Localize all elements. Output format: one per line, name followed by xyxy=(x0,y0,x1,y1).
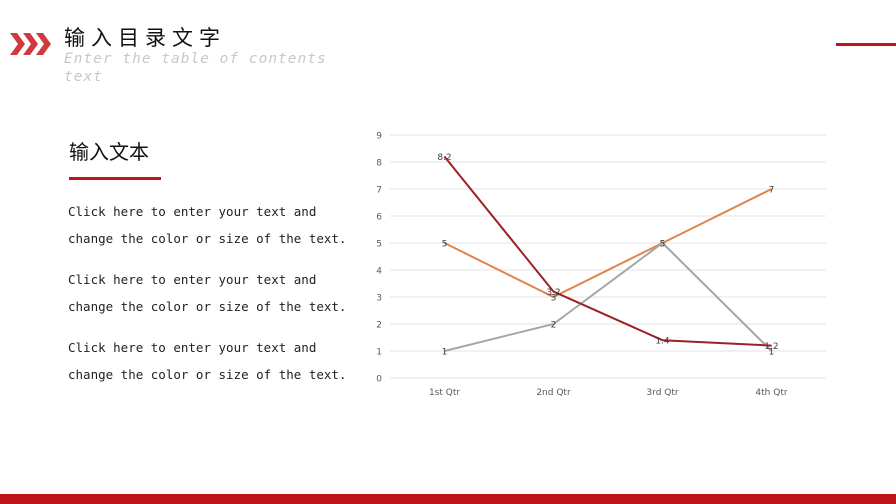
data-label: 1 xyxy=(442,348,448,358)
y-tick-label: 5 xyxy=(376,240,382,250)
y-tick-label: 4 xyxy=(376,267,382,277)
y-tick-label: 3 xyxy=(376,294,382,304)
data-label: 7 xyxy=(769,186,775,196)
series-line xyxy=(443,155,772,347)
data-label: 3.2 xyxy=(546,288,560,298)
line-chart: 0 1 2 3 4 5 6 7 8 9 1st Qtr 2nd Qtr 3rd Qtr 4th Qtr 5 3… xyxy=(376,132,826,398)
y-tick-label: 2 xyxy=(376,321,382,331)
x-tick-label: 2nd Qtr xyxy=(536,388,571,398)
data-label: 5 xyxy=(442,240,448,250)
y-tick-label: 9 xyxy=(376,132,382,142)
data-label: 8.2 xyxy=(437,153,451,163)
data-label: 1.2 xyxy=(764,342,778,352)
x-tick-label: 3rd Qtr xyxy=(646,388,678,398)
y-tick-label: 7 xyxy=(376,186,382,196)
y-tick-label: 8 xyxy=(376,159,382,169)
data-label: 1.4 xyxy=(655,337,670,347)
x-tick-label: 1st Qtr xyxy=(429,388,460,398)
y-tick-label: 1 xyxy=(376,348,382,358)
y-tick-label: 0 xyxy=(376,375,382,385)
x-tick-label: 4th Qtr xyxy=(755,388,787,398)
data-label: 5 xyxy=(660,240,666,250)
footer-bar xyxy=(0,494,896,504)
y-tick-label: 6 xyxy=(376,213,382,223)
data-label: 2 xyxy=(551,321,557,331)
